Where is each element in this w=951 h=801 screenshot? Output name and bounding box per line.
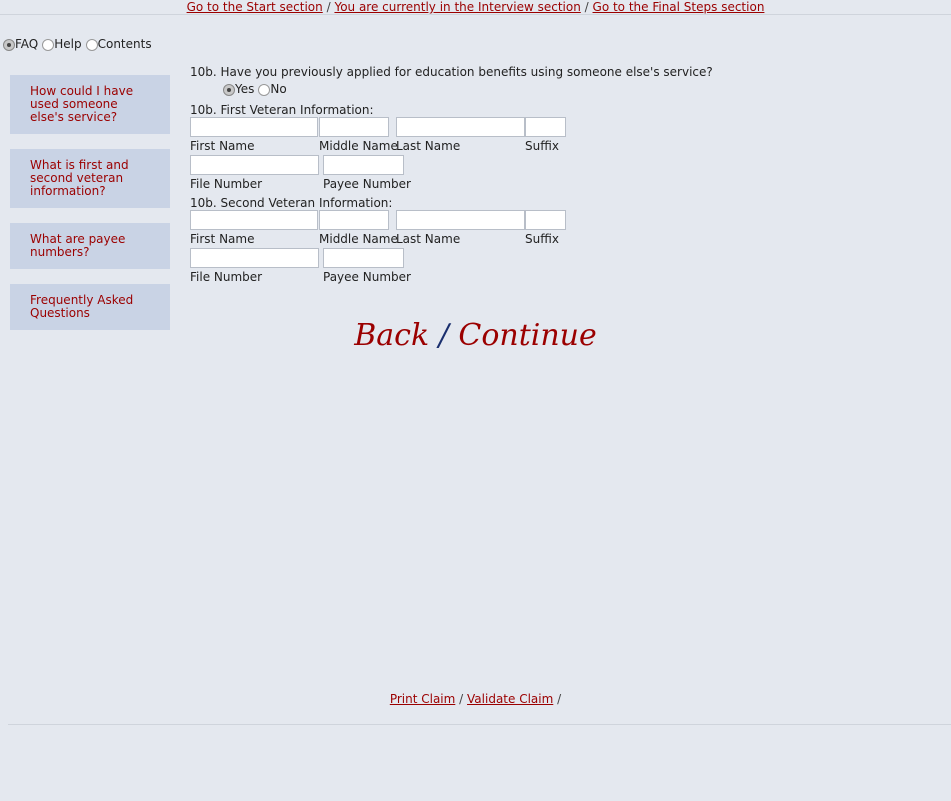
no-radio[interactable] bbox=[258, 84, 271, 96]
faq-item-payee-numbers[interactable]: What are payee numbers? bbox=[10, 223, 170, 269]
first-veteran-file-number-label: File Number bbox=[190, 177, 263, 191]
faq-item-veteran-info[interactable]: What is first and second veteran informa… bbox=[10, 149, 170, 208]
second-veteran-file-number-label: File Number bbox=[190, 270, 263, 284]
second-veteran-payee-number-label: Payee Number bbox=[323, 270, 411, 284]
second-veteran-middle-name-label: Middle Name bbox=[319, 232, 398, 246]
top-divider bbox=[0, 14, 951, 15]
first-veteran-suffix-input[interactable] bbox=[525, 117, 566, 137]
second-veteran-payee-number-input[interactable] bbox=[323, 248, 404, 268]
second-veteran-suffix-input[interactable] bbox=[525, 210, 566, 230]
contents-radio[interactable] bbox=[85, 39, 98, 51]
claim-actions-nav: Print Claim / Validate Claim / bbox=[0, 692, 951, 707]
first-veteran-payee-number-input[interactable] bbox=[323, 155, 404, 175]
faq-label: FAQ bbox=[15, 37, 39, 51]
no-label: No bbox=[270, 82, 287, 96]
nav-separator: / bbox=[326, 0, 331, 14]
first-veteran-payee-number-label: Payee Number bbox=[323, 177, 411, 191]
validate-claim-link[interactable]: Validate Claim bbox=[467, 692, 553, 706]
yes-no-group: Yes No bbox=[223, 82, 287, 96]
first-veteran-suffix-label: Suffix bbox=[525, 139, 559, 153]
continue-button[interactable]: Continue bbox=[458, 318, 596, 353]
second-veteran-last-name-label: Last Name bbox=[396, 232, 461, 246]
panel-tabs: FAQ Help Contents bbox=[3, 37, 156, 51]
tab-faq[interactable]: FAQ bbox=[3, 37, 38, 51]
yes-label: Yes bbox=[235, 82, 255, 96]
second-veteran-first-name-label: First Name bbox=[190, 232, 255, 246]
back-button[interactable]: Back bbox=[354, 318, 429, 353]
second-veteran-middle-name-input[interactable] bbox=[319, 210, 389, 230]
second-veteran-last-name-input[interactable] bbox=[396, 210, 525, 230]
tab-contents[interactable]: Contents bbox=[85, 37, 152, 51]
second-veteran-heading: 10b. Second Veteran Information: bbox=[190, 196, 393, 210]
faq-item-used-service[interactable]: How could I have used someone else's ser… bbox=[10, 75, 170, 134]
first-veteran-first-name-label: First Name bbox=[190, 139, 255, 153]
first-veteran-last-name-input[interactable] bbox=[396, 117, 525, 137]
yes-radio[interactable] bbox=[223, 84, 235, 96]
faq-radio[interactable] bbox=[3, 39, 15, 51]
first-veteran-file-number-input[interactable] bbox=[190, 155, 319, 175]
tab-help[interactable]: Help bbox=[42, 37, 82, 51]
print-claim-link[interactable]: Print Claim bbox=[390, 692, 456, 706]
help-radio[interactable] bbox=[42, 39, 55, 51]
bottom-separator-trailing: / bbox=[557, 692, 562, 706]
first-veteran-first-name-input[interactable] bbox=[190, 117, 318, 137]
second-veteran-file-number-input[interactable] bbox=[190, 248, 319, 268]
contents-label: Contents bbox=[97, 37, 152, 51]
back-continue-nav: Back / Continue bbox=[0, 316, 951, 356]
bottom-separator: / bbox=[459, 692, 464, 706]
first-veteran-heading: 10b. First Veteran Information: bbox=[190, 103, 374, 117]
second-veteran-first-name-input[interactable] bbox=[190, 210, 318, 230]
first-veteran-middle-name-label: Middle Name bbox=[319, 139, 398, 153]
section-nav: Go to the Start section / You are curren… bbox=[0, 0, 951, 14]
nav-separator: / bbox=[584, 0, 589, 14]
bottom-divider bbox=[8, 724, 951, 725]
first-veteran-middle-name-input[interactable] bbox=[319, 117, 389, 137]
question-text: 10b. Have you previously applied for edu… bbox=[190, 65, 713, 79]
back-continue-separator: / bbox=[438, 318, 449, 353]
start-section-link[interactable]: Go to the Start section bbox=[187, 0, 323, 14]
interview-section-link[interactable]: You are currently in the Interview secti… bbox=[334, 0, 580, 14]
first-veteran-last-name-label: Last Name bbox=[396, 139, 461, 153]
help-label: Help bbox=[54, 37, 82, 51]
second-veteran-suffix-label: Suffix bbox=[525, 232, 559, 246]
final-steps-section-link[interactable]: Go to the Final Steps section bbox=[593, 0, 765, 14]
